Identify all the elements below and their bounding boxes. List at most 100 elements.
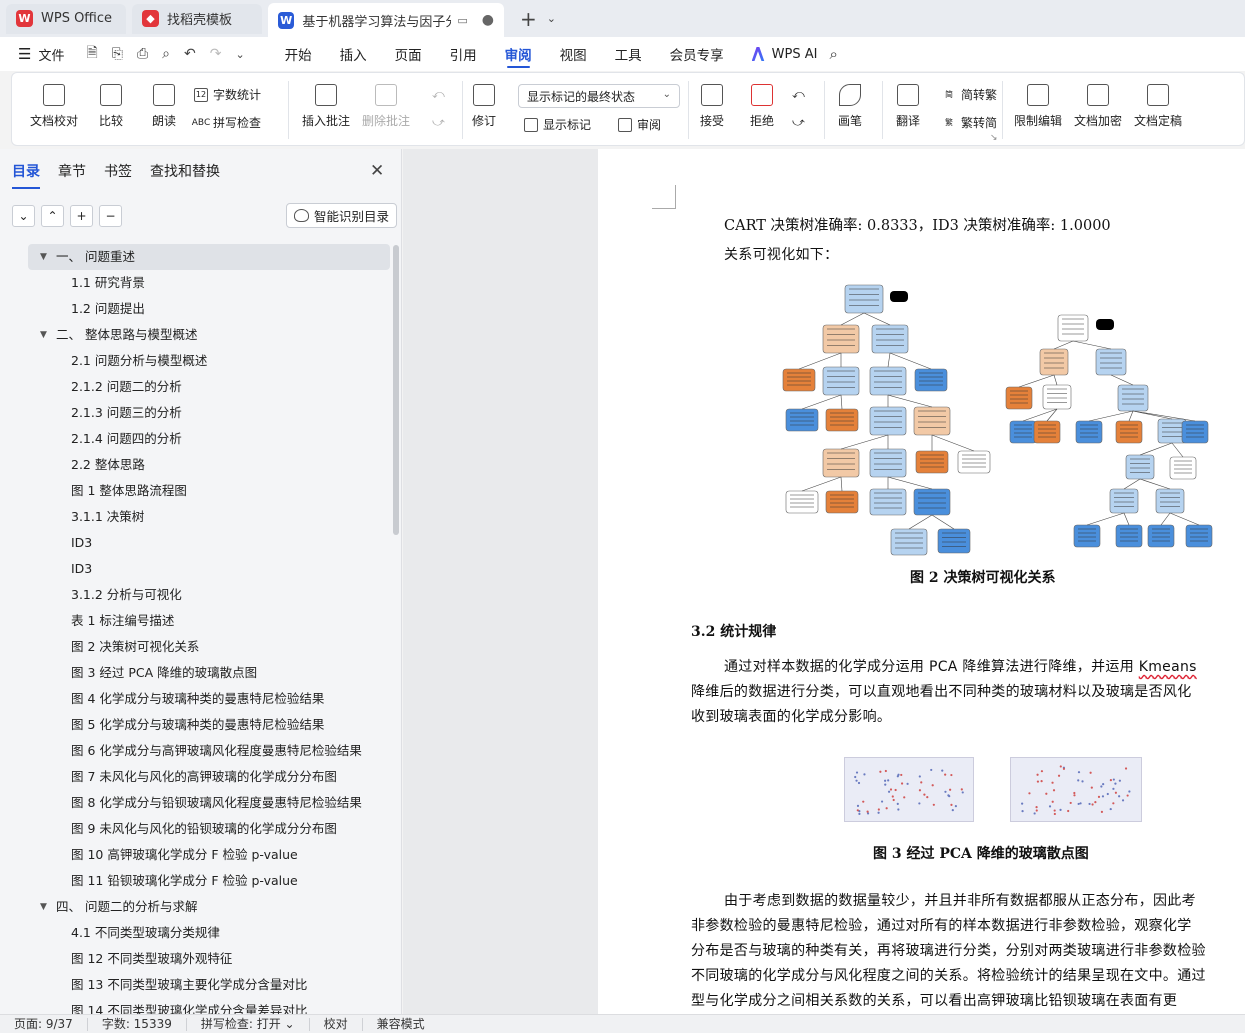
word-count-indicator[interactable]: 字数: 15339 [88, 1017, 187, 1031]
toc-item[interactable]: 1.2 问题提出 [0, 296, 392, 322]
toc-item[interactable]: 4.1 不同类型玻璃分类规律 [0, 920, 392, 946]
nav-tab-chapters[interactable]: 章节 [58, 161, 86, 181]
toc-item[interactable]: ID3 [0, 530, 392, 556]
export-icon[interactable]: ⎘ [112, 46, 123, 62]
expand-triangle-icon[interactable]: ▼ [40, 894, 47, 920]
reject-button[interactable]: 拒绝 [750, 84, 774, 129]
toc-item[interactable]: 图 5 化学成分与玻璃种类的曼惠特尼检验结果 [0, 712, 392, 738]
toc-scrollbar[interactable] [393, 245, 399, 535]
compare-button[interactable]: 比较 [99, 84, 123, 129]
pen-button[interactable]: 画笔 [838, 84, 862, 129]
toc-item[interactable]: 图 12 不同类型玻璃外观特征 [0, 946, 392, 972]
wps-ai-button[interactable]: WPS AI [751, 47, 817, 62]
tree-node [1115, 420, 1143, 444]
nav-tab-bookmarks[interactable]: 书签 [104, 161, 132, 181]
toc-item[interactable]: 图 2 决策树可视化关系 [0, 634, 392, 660]
menu-review[interactable]: 审阅 [491, 37, 546, 71]
toc-item[interactable]: ID3 [0, 556, 392, 582]
next-comment-icon[interactable]: ⤻ [432, 115, 445, 130]
review-pane-button[interactable]: 审阅 [618, 116, 661, 133]
track-changes-button[interactable]: 修订 [472, 84, 496, 129]
toc-item[interactable]: ▼ 一、 问题重述 [28, 244, 390, 270]
toc-item[interactable]: 图 11 铅钡玻璃化学成分 F 检验 p-value [0, 868, 392, 894]
toc-item[interactable]: 3.1.2 分析与可视化 [0, 582, 392, 608]
toc-item[interactable]: 3.1.1 决策树 [0, 504, 392, 530]
delete-comment-button[interactable]: 删除批注 [362, 84, 410, 129]
tab-document[interactable]: W 基于机器学习算法与因子分析的... ▭ ● [268, 3, 504, 37]
word-count-button[interactable]: 12 字数统计 [194, 86, 261, 103]
toc-item[interactable]: 2.1.3 问题三的分析 [0, 400, 392, 426]
nav-tab-find-replace[interactable]: 查找和替换 [150, 161, 220, 181]
restrict-edit-button[interactable]: 限制编辑 [1014, 84, 1062, 129]
expand-triangle-icon[interactable]: ▼ [40, 322, 47, 348]
page-indicator[interactable]: 页面: 9/37 [0, 1017, 88, 1031]
spell-check-button[interactable]: ABC 拼写检查 [192, 114, 261, 131]
toc-item[interactable]: 图 8 化学成分与铅钡玻璃风化程度曼惠特尼检验结果 [0, 790, 392, 816]
toc-item[interactable]: 图 3 经过 PCA 降维的玻璃散点图 [0, 660, 392, 686]
file-menu[interactable]: ☰ 文件 [18, 45, 64, 64]
expand-triangle-icon[interactable]: ▼ [40, 244, 47, 270]
toc-item[interactable]: ▼ 四、 问题二的分析与求解 [0, 894, 392, 920]
toc-item[interactable]: ▼ 二、 整体思路与模型概述 [0, 322, 392, 348]
collapse-all-icon[interactable]: ⌄ [12, 205, 35, 227]
encrypt-button[interactable]: 文档加密 [1074, 84, 1122, 129]
scatter-point [1040, 780, 1043, 783]
spell-error-word[interactable]: Kmeans [1139, 659, 1197, 675]
menu-view[interactable]: 视图 [546, 37, 601, 71]
markup-state-select[interactable]: 显示标记的最终状态 ⌄ [518, 84, 680, 108]
new-tab-button[interactable]: + [520, 7, 537, 31]
tab-list-chevron-icon[interactable]: ⌄ [547, 12, 556, 25]
toc-item[interactable]: 2.1.4 问题四的分析 [0, 426, 392, 452]
tab-template[interactable]: ◆ 找稻壳模板 [132, 3, 262, 34]
translate-button[interactable]: 翻译 [896, 84, 920, 129]
toc-item[interactable]: 2.2 整体思路 [0, 452, 392, 478]
menu-references[interactable]: 引用 [436, 37, 491, 71]
finalize-button[interactable]: 文档定稿 [1134, 84, 1182, 129]
redo-icon[interactable]: ↷ [210, 46, 222, 62]
toc-item[interactable]: 图 6 化学成分与高钾玻璃风化程度曼惠特尼检验结果 [0, 738, 392, 764]
print-preview-icon[interactable]: ⌕ [162, 46, 170, 62]
document-page[interactable]: CART 决策树准确率: 0.8333，ID3 决策树准确率: 1.0000 关… [598, 149, 1245, 1014]
unsaved-dot-icon[interactable]: ● [482, 12, 494, 28]
search-icon[interactable]: ⌕ [829, 45, 837, 63]
menu-member[interactable]: 会员专享 [656, 37, 738, 71]
show-markup-button[interactable]: 显示标记 [524, 116, 591, 133]
tab-wps-office[interactable]: W WPS Office [6, 3, 126, 34]
menu-page[interactable]: 页面 [381, 37, 436, 71]
toc-item[interactable]: 图 10 高钾玻璃化学成分 F 检验 p-value [0, 842, 392, 868]
toc-item[interactable]: 2.1.2 问题二的分析 [0, 374, 392, 400]
expand-up-icon[interactable]: ⌃ [41, 205, 64, 227]
prev-comment-icon[interactable]: ⤺ [432, 87, 445, 102]
print-icon[interactable]: ⎙ [137, 46, 148, 62]
to-simplified-button[interactable]: 繁 繁转简 [942, 114, 997, 131]
prev-change-icon[interactable]: ⤺ [792, 87, 805, 102]
save-icon[interactable]: 🗎 [86, 42, 97, 66]
toc-item[interactable]: 图 4 化学成分与玻璃种类的曼惠特尼检验结果 [0, 686, 392, 712]
dialog-launcher-icon[interactable]: ↘ [990, 133, 998, 143]
toc-item[interactable]: 图 9 未风化与风化的铅钡玻璃的化学成分分布图 [0, 816, 392, 842]
toc-item[interactable]: 1.1 研究背景 [0, 270, 392, 296]
read-aloud-button[interactable]: 朗读 [152, 84, 176, 129]
menu-insert[interactable]: 插入 [326, 37, 381, 71]
spell-check-indicator[interactable]: 拼写检查: 打开 ⌄ [187, 1017, 310, 1031]
more-chevron-icon[interactable]: ⌄ [235, 48, 244, 61]
menu-tools[interactable]: 工具 [601, 37, 656, 71]
next-change-icon[interactable]: ⤻ [792, 115, 805, 130]
close-icon[interactable]: ✕ [370, 161, 384, 181]
proofread-indicator[interactable]: 校对 [310, 1017, 363, 1031]
insert-comment-button[interactable]: 插入批注 [302, 84, 350, 129]
remove-heading-icon[interactable]: − [99, 205, 122, 227]
toc-item[interactable]: 图 7 未风化与风化的高钾玻璃的化学成分分布图 [0, 764, 392, 790]
nav-tab-toc[interactable]: 目录 [12, 161, 40, 189]
toc-item[interactable]: 图 1 整体思路流程图 [0, 478, 392, 504]
to-traditional-button[interactable]: 简 简转繁 [942, 86, 997, 103]
add-heading-icon[interactable]: + [70, 205, 93, 227]
accept-button[interactable]: 接受 [700, 84, 724, 129]
toc-item[interactable]: 图 13 不同类型玻璃主要化学成分含量对比 [0, 972, 392, 998]
doc-check-button[interactable]: 文档校对 [30, 84, 78, 129]
undo-icon[interactable]: ↶ [184, 46, 196, 62]
menu-home[interactable]: 开始 [271, 37, 326, 71]
toc-item[interactable]: 表 1 标注编号描述 [0, 608, 392, 634]
smart-toc-button[interactable]: 智能识别目录 [286, 203, 398, 228]
toc-item[interactable]: 2.1 问题分析与模型概述 [0, 348, 392, 374]
